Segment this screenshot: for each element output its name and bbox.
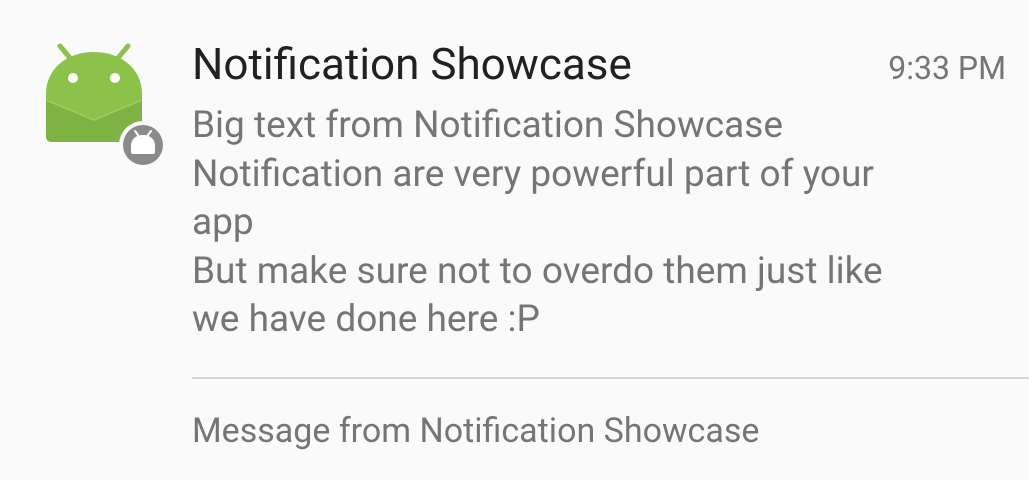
big-text-line: app — [192, 201, 254, 244]
big-text-line: we have done here :P — [192, 298, 540, 341]
big-text-line: But make sure not to overdo them just li… — [192, 249, 883, 293]
divider — [192, 377, 1029, 379]
android-robot-icon — [40, 40, 168, 168]
notification-card[interactable]: Notification Showcase 9:33 PM Big text f… — [0, 0, 1029, 480]
notification-summary: Message from Notification Showcase — [192, 411, 760, 451]
big-text-line: Big text from Notification Showcase — [192, 104, 784, 147]
big-text-line: Notification are very powerful part of y… — [192, 152, 874, 196]
notification-time: 9:33 PM — [888, 49, 1006, 87]
notification-title: Notification Showcase — [192, 38, 632, 90]
notification-big-text: Big text from Notification Showcase Noti… — [192, 102, 992, 345]
android-badge-icon — [119, 121, 167, 168]
